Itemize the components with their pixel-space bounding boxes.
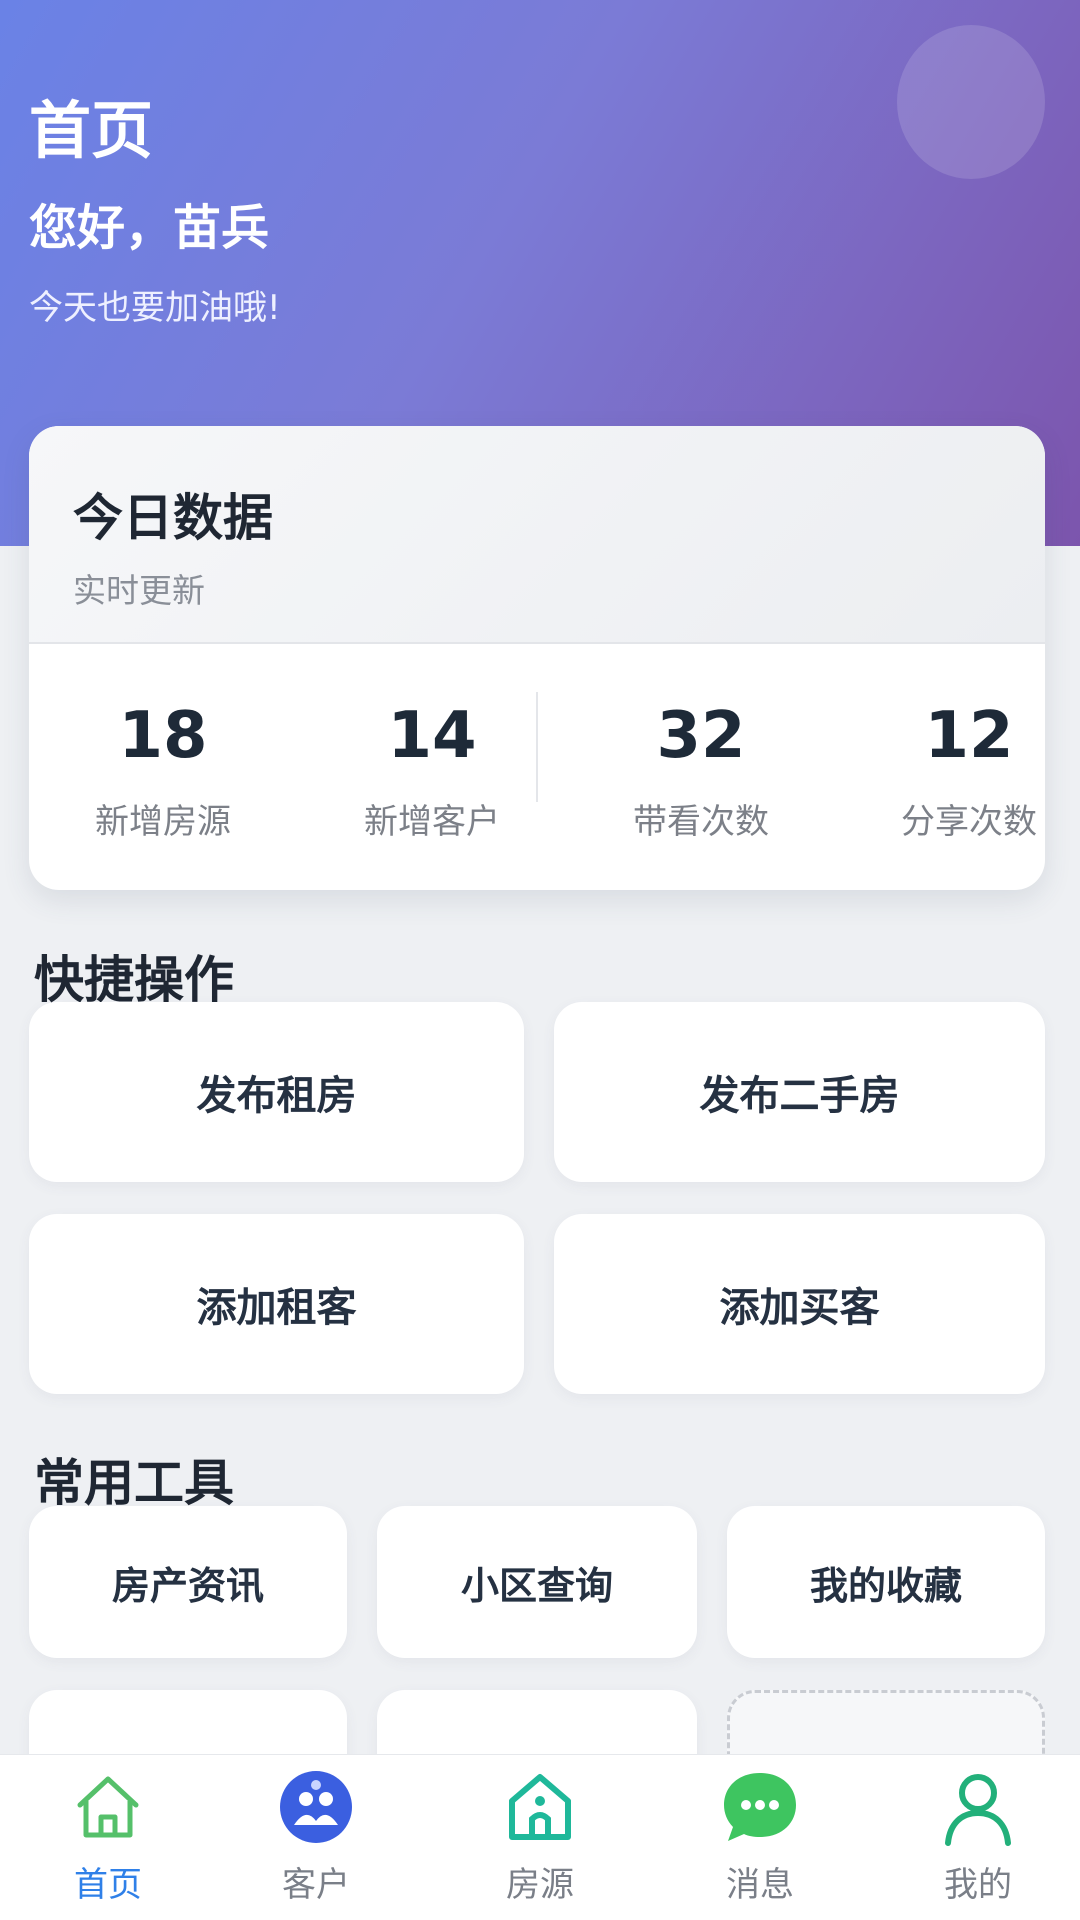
stat-value: 32 (656, 699, 746, 773)
bottom-nav: 首页 客户 房源 消息 我的 (0, 1754, 1080, 1920)
stat-label: 分享次数 (901, 802, 1037, 842)
tab-messages[interactable]: 消息 (652, 1765, 868, 1906)
profile-icon (945, 1774, 1011, 1846)
stat-new-customers[interactable]: 14 新增客户 (312, 704, 552, 843)
tab-label: 房源 (506, 1865, 574, 1905)
add-buyer-button[interactable]: 添加买客 (554, 1214, 1045, 1394)
tab-profile[interactable]: 我的 (870, 1765, 1080, 1906)
decorative-circle (897, 25, 1045, 179)
publish-rental-button[interactable]: 发布租房 (29, 1002, 524, 1182)
stat-shares[interactable]: 12 分享次数 (849, 704, 1045, 843)
stat-new-listings[interactable]: 18 新增房源 (43, 704, 283, 843)
stats-divider (536, 692, 538, 802)
tab-label: 首页 (74, 1865, 142, 1905)
stat-label: 带看次数 (633, 802, 769, 842)
stat-label: 新增房源 (95, 802, 231, 842)
publish-resale-button[interactable]: 发布二手房 (554, 1002, 1045, 1182)
stat-value: 12 (924, 699, 1014, 773)
tab-customers[interactable]: 客户 (208, 1765, 424, 1906)
tab-label: 客户 (282, 1865, 350, 1905)
greeting-text: 您好，苗兵 (29, 200, 270, 256)
stats-subtitle: 实时更新 (73, 571, 205, 610)
real-estate-news-button[interactable]: 房产资讯 (29, 1506, 347, 1658)
motivation-text: 今天也要加油哦! (29, 288, 281, 328)
stat-value: 14 (387, 699, 477, 773)
tab-listings[interactable]: 房源 (432, 1765, 648, 1906)
stats-row: 18 新增房源 14 新增客户 32 带看次数 12 分享次数 (29, 644, 1045, 890)
customer-icon (280, 1771, 352, 1843)
community-search-button[interactable]: 小区查询 (377, 1506, 697, 1658)
tools-title: 常用工具 (34, 1454, 234, 1512)
stat-label: 新增客户 (364, 802, 500, 842)
stats-card-header: 今日数据 实时更新 (29, 426, 1045, 644)
add-tenant-button[interactable]: 添加租客 (29, 1214, 524, 1394)
tab-label: 我的 (944, 1865, 1012, 1905)
today-stats-card: 今日数据 实时更新 18 新增房源 14 新增客户 32 带看次数 12 分享次… (29, 426, 1045, 890)
stat-viewings[interactable]: 32 带看次数 (581, 704, 821, 843)
house-icon (509, 1774, 571, 1840)
home-page: 首页 您好，苗兵 今天也要加油哦! 今日数据 实时更新 18 新增房源 14 新… (0, 0, 1080, 1920)
home-icon (77, 1776, 139, 1838)
message-icon (724, 1773, 796, 1841)
tab-label: 消息 (726, 1865, 794, 1905)
stat-value: 18 (118, 699, 208, 773)
stats-title: 今日数据 (73, 489, 273, 547)
tab-home[interactable]: 首页 (0, 1765, 216, 1906)
my-favorites-button[interactable]: 我的收藏 (727, 1506, 1045, 1658)
page-title: 首页 (29, 94, 154, 167)
